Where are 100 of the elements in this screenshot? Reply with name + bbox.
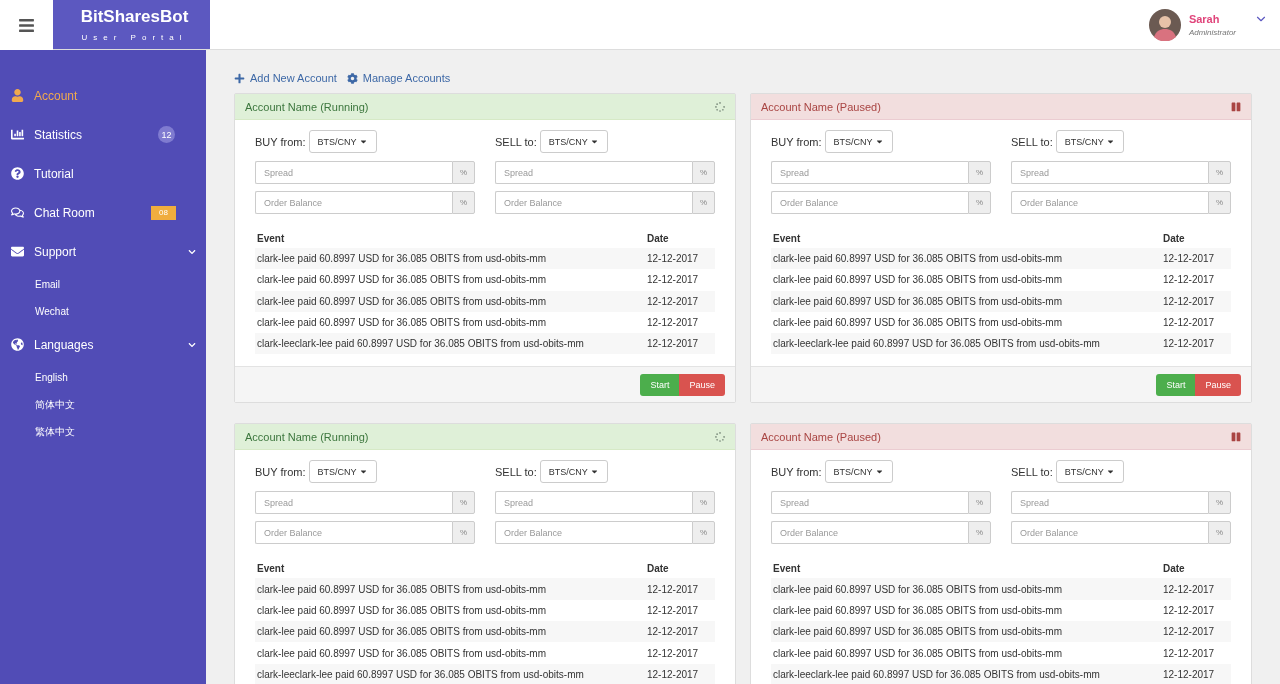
input-field[interactable]: Spread xyxy=(495,491,692,515)
input-field[interactable]: Order Balance xyxy=(495,521,692,545)
nav-label: Languages xyxy=(34,337,95,352)
table-cell: 12-12-2017 xyxy=(1161,269,1231,291)
input-field[interactable]: Order Balance xyxy=(255,521,452,545)
percent-addon: % xyxy=(692,521,715,545)
sidebar-item[interactable]: Statistics 12 xyxy=(0,115,206,154)
table-cell: 12-12-2017 xyxy=(645,578,715,600)
table-cell: clark-lee paid 60.8997 USD for 36.085 OBITS from usd-obits-mm xyxy=(255,578,645,600)
brand-name: BitSharesBot xyxy=(80,7,189,27)
pause-button[interactable]: Pause xyxy=(1195,374,1241,396)
pair-dropdown[interactable]: BTS/CNY xyxy=(1055,130,1124,153)
table-cell: clark-lee paid 60.8997 USD for 36.085 OBITS from usd-obits-mm xyxy=(771,269,1161,291)
input-field[interactable]: Order Balance xyxy=(1011,521,1208,545)
pair-dropdown[interactable]: BTS/CNY xyxy=(824,460,893,484)
pair-label: SELL to: xyxy=(1011,466,1053,478)
table-cell: clark-lee paid 60.8997 USD for 36.085 OBITS from usd-obits-mm xyxy=(255,290,645,312)
sidebar-subitem[interactable]: 繁体中文 xyxy=(0,418,206,445)
sidebar-item[interactable]: Chat Room 08 xyxy=(0,193,206,232)
nav-label: Chat Room xyxy=(34,205,96,220)
sidebar-subitem[interactable]: Wechat xyxy=(0,298,206,325)
pair-dropdown[interactable]: BTS/CNY xyxy=(539,460,608,484)
percent-addon: % xyxy=(968,191,991,214)
input-field[interactable]: Order Balance xyxy=(255,191,452,214)
sidebar-subitem[interactable]: Email xyxy=(0,271,206,298)
pause-button[interactable]: Pause xyxy=(679,374,725,396)
percent-addon: % xyxy=(692,191,715,214)
table-cell: clark-lee paid 60.8997 USD for 36.085 OBITS from usd-obits-mm xyxy=(771,290,1161,312)
sidebar-item[interactable]: Account xyxy=(0,76,206,115)
user-role: Administrator xyxy=(1188,27,1236,37)
table-cell: 12-12-2017 xyxy=(645,333,715,355)
input-field[interactable]: Spread xyxy=(1011,491,1208,515)
table-cell: clark-lee paid 60.8997 USD for 36.085 OBITS from usd-obits-mm xyxy=(771,311,1161,334)
input-field[interactable]: Order Balance xyxy=(771,191,968,214)
table-cell: clark-lee paid 60.8997 USD for 36.085 OBITS from usd-obits-mm xyxy=(771,642,1161,664)
table-cell: clark-lee paid 60.8997 USD for 36.085 OBITS from usd-obits-mm xyxy=(255,599,645,622)
input-field[interactable]: Spread xyxy=(255,491,452,515)
column-header: Date xyxy=(645,558,715,579)
table-cell: 12-12-2017 xyxy=(1161,599,1231,622)
nav-icon xyxy=(10,89,24,102)
caret-icon xyxy=(589,137,599,146)
percent-addon: % xyxy=(452,161,475,184)
table-cell: clark-lee paid 60.8997 USD for 36.085 OBITS from usd-obits-mm xyxy=(255,311,645,334)
table-cell: clark-lee paid 60.8997 USD for 36.085 OBITS from usd-obits-mm xyxy=(771,248,1161,270)
sidebar-subitem[interactable]: English xyxy=(0,364,206,391)
percent-addon: % xyxy=(1208,521,1231,545)
sidebar-item[interactable]: Tutorial xyxy=(0,154,206,193)
panel-title: Account Name (Running) xyxy=(245,100,369,113)
panel-title: Account Name (Paused) xyxy=(761,100,881,113)
input-field[interactable]: Spread xyxy=(1011,161,1208,184)
caret-icon xyxy=(874,137,884,146)
column-header: Event xyxy=(255,558,645,579)
input-field[interactable]: Spread xyxy=(771,161,968,184)
count-badge: 12 xyxy=(158,126,175,143)
table-cell: clark-leeclark-lee paid 60.8997 USD for 36.085 OBITS from usd-obits-mm xyxy=(255,333,645,355)
pair-dropdown[interactable]: BTS/CNY xyxy=(308,130,377,153)
pair-label: BUY from: xyxy=(771,135,822,148)
brand-subtitle: User Portal xyxy=(81,33,188,42)
action-link[interactable]: Add New Account xyxy=(234,72,337,84)
nav-icon xyxy=(10,206,24,219)
percent-addon: % xyxy=(692,161,715,184)
input-field[interactable]: Order Balance xyxy=(1011,191,1208,214)
table-cell: clark-lee paid 60.8997 USD for 36.085 OBITS from usd-obits-mm xyxy=(771,578,1161,600)
nav-icon xyxy=(10,245,24,258)
input-field[interactable]: Spread xyxy=(255,161,452,184)
sidebar-item[interactable]: Support xyxy=(0,232,206,271)
nav-label: Account xyxy=(34,88,79,103)
panel-title: Account Name (Paused) xyxy=(761,431,881,443)
percent-addon: % xyxy=(452,521,475,545)
action-link[interactable]: Manage Accounts xyxy=(346,72,451,84)
pair-dropdown[interactable]: BTS/CNY xyxy=(824,130,893,153)
column-header: Event xyxy=(771,228,1161,248)
table-cell: clark-leeclark-lee paid 60.8997 USD for 36.085 OBITS from usd-obits-mm xyxy=(771,333,1161,355)
pair-dropdown[interactable]: BTS/CNY xyxy=(308,460,377,484)
sidebar-item[interactable]: Languages xyxy=(0,325,206,364)
nav-icon xyxy=(10,167,24,180)
input-field[interactable]: Spread xyxy=(771,491,968,515)
sidebar-subitem[interactable]: 简体中文 xyxy=(0,391,206,418)
menu-icon xyxy=(18,16,35,34)
pair-dropdown[interactable]: BTS/CNY xyxy=(1055,460,1124,484)
table-cell: clark-leeclark-lee paid 60.8997 USD for 36.085 OBITS from usd-obits-mm xyxy=(255,663,645,684)
caret-icon xyxy=(358,137,368,146)
table-cell: 12-12-2017 xyxy=(645,663,715,684)
gear-icon xyxy=(346,72,358,84)
table-cell: clark-lee paid 60.8997 USD for 36.085 OBITS from usd-obits-mm xyxy=(255,621,645,643)
nav-label: Tutorial xyxy=(34,166,75,181)
percent-addon: % xyxy=(1208,161,1231,184)
percent-addon: % xyxy=(968,491,991,515)
input-field[interactable]: Spread xyxy=(495,161,692,184)
nav-label: Support xyxy=(34,244,78,259)
percent-addon: % xyxy=(968,161,991,184)
input-field[interactable]: Order Balance xyxy=(495,191,692,214)
table-cell: 12-12-2017 xyxy=(1161,311,1231,334)
table-cell: 12-12-2017 xyxy=(1161,290,1231,312)
table-cell: 12-12-2017 xyxy=(645,621,715,643)
input-field[interactable]: Order Balance xyxy=(771,521,968,545)
table-cell: 12-12-2017 xyxy=(1161,663,1231,684)
table-cell: clark-lee paid 60.8997 USD for 36.085 OBITS from usd-obits-mm xyxy=(771,599,1161,622)
pair-dropdown[interactable]: BTS/CNY xyxy=(539,130,608,153)
table-cell: 12-12-2017 xyxy=(1161,578,1231,600)
